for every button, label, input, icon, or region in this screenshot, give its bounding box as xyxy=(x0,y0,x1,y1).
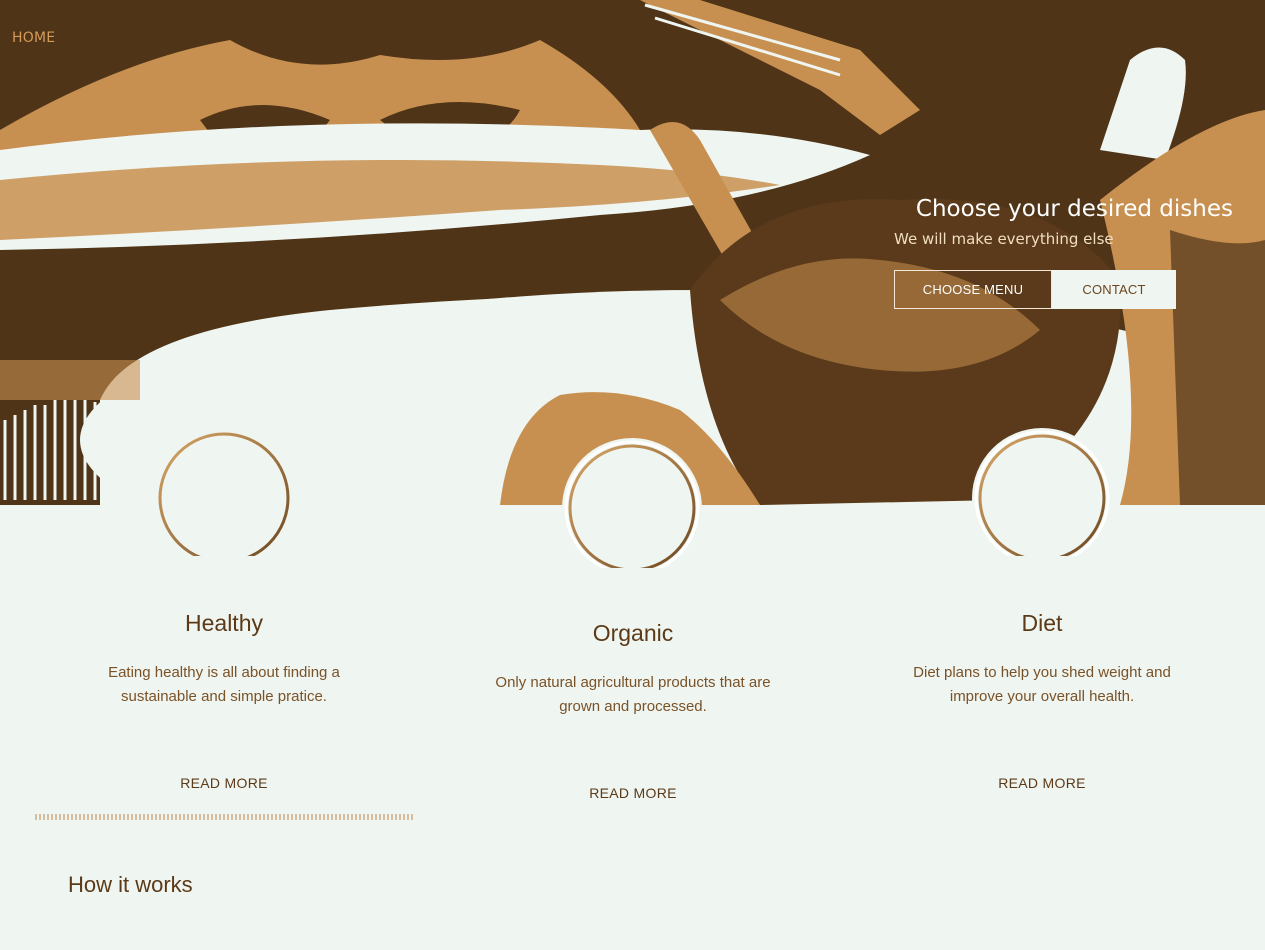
organic-icon xyxy=(562,438,702,578)
diet-icon xyxy=(972,428,1112,568)
hero-subtitle: We will make everything else xyxy=(894,230,1114,248)
feature-desc-healthy: Eating healthy is all about finding a su… xyxy=(108,664,340,705)
nav-home-link[interactable]: HOME xyxy=(12,30,55,46)
healthy-icon xyxy=(154,428,294,568)
choose-menu-button[interactable]: CHOOSE MENU xyxy=(894,270,1052,309)
feature-desc-diet: Diet plans to help you shed weight and i… xyxy=(913,664,1171,705)
feature-desc-organic: Only natural agricultural products that … xyxy=(495,674,771,715)
feature-title-organic: Organic xyxy=(592,620,674,646)
read-more-organic-link[interactable]: READ MORE xyxy=(533,785,733,801)
feature-divider xyxy=(35,814,415,820)
read-more-healthy-link[interactable]: READ MORE xyxy=(124,775,324,791)
read-more-diet-link[interactable]: READ MORE xyxy=(942,775,1142,791)
contact-button[interactable]: CONTACT xyxy=(1052,270,1176,309)
feature-title-healthy: Healthy xyxy=(185,610,263,636)
how-it-works-heading: How it works xyxy=(68,872,193,897)
hero-title: Choose your desired dishes xyxy=(915,196,1233,222)
feature-title-diet: Diet xyxy=(1021,610,1063,636)
